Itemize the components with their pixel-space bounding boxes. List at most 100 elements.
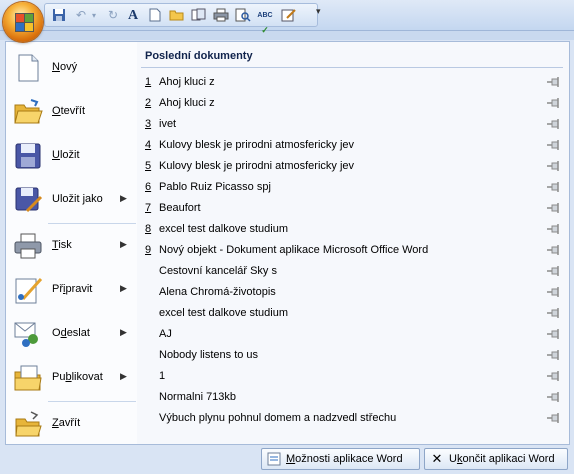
recent-document-item[interactable]: 7 Beaufort	[137, 198, 569, 219]
recent-document-item[interactable]: Cestovní kancelář Sky s	[137, 261, 569, 282]
undo-dropdown-icon[interactable]: ▾	[86, 8, 102, 23]
new-document-icon[interactable]	[147, 8, 163, 23]
recent-documents-panel: Poslední dokumenty 1 Ahoj kluci z 2 Ahoj kl…	[137, 41, 570, 445]
options-icon	[267, 452, 281, 466]
menu-item-prepare[interactable]: Připravit ▶	[6, 269, 138, 313]
exit-word-button[interactable]: ✕ Ukončit aplikaci Word	[424, 448, 568, 470]
new-document-icon	[13, 53, 43, 83]
menu-item-new[interactable]: Nový	[6, 47, 138, 91]
menu-item-label: Uložit jako	[52, 193, 103, 205]
print-icon	[13, 231, 43, 261]
recent-document-name: 1	[159, 370, 166, 382]
customize-qat-icon[interactable]: ▾	[316, 6, 321, 17]
quick-access-toolbar: ↶ ▾ ↻ A ABC ✓ ▾	[0, 0, 574, 42]
recent-document-name: ivet	[159, 118, 177, 130]
menu-separator	[48, 223, 136, 224]
office-button[interactable]	[3, 2, 43, 42]
recent-document-item[interactable]: Nobody listens to us	[137, 345, 569, 366]
recent-document-number: 7	[145, 202, 152, 214]
menu-item-print[interactable]: Tisk ▶	[6, 225, 138, 269]
menu-item-label: Publikovat	[52, 371, 103, 383]
recent-document-item[interactable]: 4 Kulovy blesk je prirodni atmosfericky j…	[137, 135, 569, 156]
pin-icon[interactable]	[547, 308, 561, 318]
print-icon[interactable]	[213, 8, 229, 23]
recent-document-name: Kulovy blesk je prirodni atmosfericky je…	[159, 139, 355, 151]
menu-item-open[interactable]: Otevřít	[6, 91, 138, 135]
menu-item-publish[interactable]: Publikovat ▶	[6, 357, 138, 401]
recent-document-name: AJ	[159, 328, 172, 340]
recent-document-number: 4	[145, 139, 152, 151]
recent-document-name: Beaufort	[159, 202, 201, 214]
recent-document-number: 1	[145, 76, 152, 88]
menu-item-send[interactable]: Odeslat ▶	[6, 313, 138, 357]
pin-icon[interactable]	[547, 119, 561, 129]
menu-item-save-as[interactable]: Uložit jako ▶	[6, 179, 138, 223]
recent-document-number: 9	[145, 244, 152, 256]
recent-document-name: Nový objekt - Dokument aplikace Microsof…	[159, 244, 429, 256]
recent-document-number: 6	[145, 181, 152, 193]
recent-document-name: Ahoj kluci z	[159, 97, 215, 109]
menu-item-label: Nový	[52, 61, 78, 73]
qat-strip: ↶ ▾ ↻ A ABC ✓	[44, 3, 318, 35]
pin-icon[interactable]	[547, 161, 561, 171]
recent-document-number: 2	[145, 97, 152, 109]
edit-icon[interactable]	[281, 8, 297, 23]
pin-icon[interactable]	[547, 245, 561, 255]
word-options-button[interactable]: Možnosti aplikace Word	[261, 448, 420, 470]
recent-document-item[interactable]: 3 ivet	[137, 114, 569, 135]
submenu-arrow-icon: ▶	[120, 193, 127, 203]
recent-document-item[interactable]: 8 excel test dalkove studium	[137, 219, 569, 240]
recent-document-item[interactable]: Výbuch plynu pohnul domem a nadzvedl stř…	[137, 408, 569, 429]
pin-icon[interactable]	[547, 224, 561, 234]
recent-document-item[interactable]: AJ	[137, 324, 569, 345]
recent-document-number: 3	[145, 118, 152, 130]
recent-document-item[interactable]: 2 Ahoj kluci z	[137, 93, 569, 114]
pin-icon[interactable]	[547, 203, 561, 213]
recent-document-name: excel test dalkove studium	[159, 307, 289, 319]
recent-document-name: Alena Chromá-životopis	[159, 286, 276, 298]
menu-separator	[48, 401, 136, 402]
pin-icon[interactable]	[547, 140, 561, 150]
print-preview-icon[interactable]	[235, 8, 251, 23]
recent-document-item[interactable]: 6 Pablo Ruiz Picasso spj	[137, 177, 569, 198]
recent-document-number: 5	[145, 160, 152, 172]
submenu-arrow-icon: ▶	[120, 283, 127, 293]
recent-document-item[interactable]: excel test dalkove studium	[137, 303, 569, 324]
submenu-arrow-icon: ▶	[120, 327, 127, 337]
recent-document-item[interactable]: 9 Nový objekt - Dokument aplikace Microso…	[137, 240, 569, 261]
divider	[141, 67, 563, 68]
pin-icon[interactable]	[547, 287, 561, 297]
recent-document-item[interactable]: Normalni 713kb	[137, 387, 569, 408]
pin-icon[interactable]	[547, 371, 561, 381]
send-icon	[13, 319, 43, 349]
menu-item-close[interactable]: Zavřít	[6, 403, 138, 447]
pin-icon[interactable]	[547, 392, 561, 402]
pin-icon[interactable]	[547, 350, 561, 360]
save-icon[interactable]	[51, 8, 67, 23]
recent-document-item[interactable]: Alena Chromá-životopis	[137, 282, 569, 303]
recent-document-item[interactable]: 5 Kulovy blesk je prirodni atmosfericky j…	[137, 156, 569, 177]
copy-icon[interactable]	[191, 8, 207, 23]
open-folder-icon[interactable]	[169, 8, 185, 23]
recent-documents-title: Poslední dokumenty	[145, 50, 253, 62]
publish-icon	[13, 363, 43, 393]
pin-icon[interactable]	[547, 77, 561, 87]
recent-document-name: Výbuch plynu pohnul domem a nadzvedl stř…	[159, 412, 397, 424]
recent-document-name: Kulovy blesk je prirodni atmosfericky je…	[159, 160, 355, 172]
redo-icon[interactable]: ↻	[105, 8, 121, 23]
menu-item-save[interactable]: Uložit	[6, 135, 138, 179]
text-icon[interactable]: A	[125, 8, 141, 23]
recent-document-item[interactable]: 1	[137, 366, 569, 387]
pin-icon[interactable]	[547, 98, 561, 108]
spelling-icon[interactable]: ABC ✓	[257, 8, 273, 35]
pin-icon[interactable]	[547, 266, 561, 276]
recent-document-name: Nobody listens to us	[159, 349, 259, 361]
submenu-arrow-icon: ▶	[120, 239, 127, 249]
recent-document-name: excel test dalkove studium	[159, 223, 289, 235]
pin-icon[interactable]	[547, 182, 561, 192]
close-document-icon	[13, 409, 43, 439]
open-folder-icon	[13, 97, 43, 127]
pin-icon[interactable]	[547, 413, 561, 423]
recent-document-item[interactable]: 1 Ahoj kluci z	[137, 72, 569, 93]
pin-icon[interactable]	[547, 329, 561, 339]
